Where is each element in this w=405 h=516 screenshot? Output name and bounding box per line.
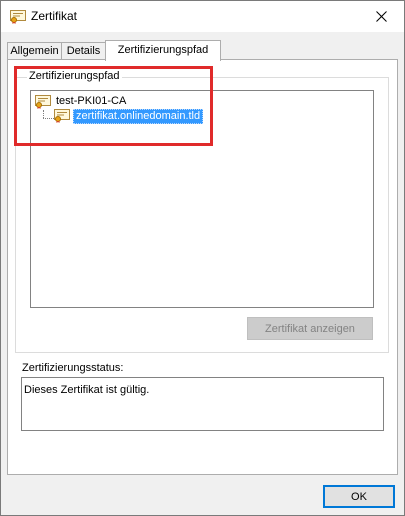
tab-details[interactable]: Details <box>61 42 106 60</box>
certification-status-box: Dieses Zertifikat ist gültig. <box>21 377 384 431</box>
tab-allgemein[interactable]: Allgemein <box>7 42 62 60</box>
certification-status-text: Dieses Zertifikat ist gültig. <box>24 384 150 396</box>
view-certificate-button[interactable]: Zertifikat anzeigen <box>247 317 373 340</box>
tree-connector <box>43 118 54 119</box>
certification-status-label: Zertifizierungsstatus: <box>22 362 124 374</box>
tree-node-label-selected: zertifikat.onlinedomain.tld <box>73 109 204 124</box>
window-title: Zertifikat <box>31 9 78 23</box>
certificate-icon <box>10 10 26 24</box>
tree-node-label: test-PKI01-CA <box>56 95 127 107</box>
certificate-icon <box>35 95 51 109</box>
certificate-icon <box>54 109 70 123</box>
title-bar: Zertifikat <box>1 1 404 32</box>
tab-zertifizierungspfad[interactable]: Zertifizierungspfad <box>105 40 221 61</box>
ok-button[interactable]: OK <box>323 485 395 508</box>
tree-connector <box>43 110 44 118</box>
close-icon <box>375 11 387 22</box>
close-button[interactable] <box>358 1 404 32</box>
tree-node-leaf-certificate[interactable]: zertifikat.onlinedomain.tld <box>54 108 214 124</box>
certification-path-label: Zertifizierungspfad <box>27 70 122 82</box>
